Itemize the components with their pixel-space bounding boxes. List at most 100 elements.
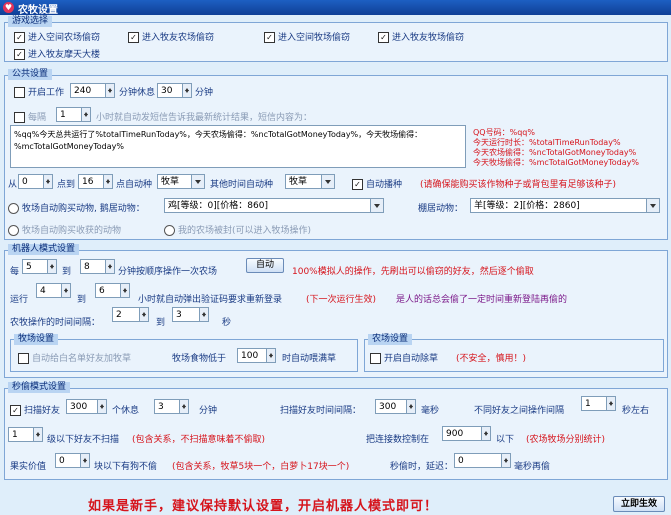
verify-label: 小时就自动弹出验证码要求重新登录 — [138, 295, 283, 305]
minute-unit: 分钟 — [195, 88, 214, 98]
from-hour-input[interactable]: 0 — [18, 174, 44, 189]
auto-weed-label: 开启自动除草 — [384, 354, 439, 364]
buy-animal-toggle[interactable]: 牧场自动购买动物, 鹅居动物： — [8, 201, 145, 214]
level-input[interactable]: 1 — [8, 427, 34, 442]
robot-max-spinner[interactable] — [106, 259, 115, 274]
sms-hours-spinner[interactable] — [82, 107, 91, 122]
to-hour-spinner[interactable] — [104, 174, 113, 189]
work-minutes-input[interactable]: 240 — [70, 83, 106, 98]
checkbox-checked-icon[interactable]: ✓ — [352, 179, 363, 190]
sms-hours-input[interactable]: 1 — [56, 107, 82, 122]
work-toggle[interactable]: 开启工作 — [14, 85, 64, 98]
work-minutes-spinner[interactable] — [106, 83, 115, 98]
op-interval-spinner[interactable] — [607, 396, 616, 411]
option-space-pasture[interactable]: ✓ 进入空间牧场偷窃 — [264, 30, 350, 43]
from-hour-spinner[interactable] — [44, 174, 53, 189]
interval-min-input[interactable]: 2 — [112, 307, 140, 322]
scan-friends-toggle[interactable]: ✓ 扫描好友 — [10, 403, 60, 416]
checkbox-checked-icon[interactable]: ✓ — [10, 405, 21, 416]
flash-steal-legend: 秒偷模式设置 — [8, 382, 71, 393]
run-max-input[interactable]: 6 — [95, 283, 121, 298]
radio-icon[interactable] — [8, 225, 19, 236]
ms-unit: 毫秒 — [421, 406, 440, 416]
checkbox-checked-icon[interactable]: ✓ — [14, 49, 25, 60]
auto-button[interactable]: 自动 — [246, 258, 284, 273]
to-label: 到 — [62, 267, 72, 277]
fruit-value-spinner[interactable] — [81, 453, 90, 468]
rest-value-spinner[interactable] — [180, 399, 189, 414]
sms-content-textarea[interactable]: %qq%今天总共运行了%totalTimeRunToday%，今天农场偷得：%n… — [10, 125, 466, 168]
robot-mode-legend: 机器人模式设置 — [8, 244, 80, 255]
radio-icon[interactable] — [164, 225, 175, 236]
delay-spinner[interactable] — [502, 453, 511, 468]
option-friend-tower[interactable]: ✓ 进入牧友摩天大楼 — [14, 47, 100, 60]
food-threshold-input[interactable]: 100 — [237, 348, 267, 363]
public-settings-legend: 公共设置 — [8, 69, 53, 80]
checkbox-checked-icon[interactable]: ✓ — [264, 32, 275, 43]
fruit-label: 果实价值 — [10, 462, 47, 472]
game-select-legend: 游戏选择 — [8, 16, 53, 27]
level-spinner[interactable] — [34, 427, 43, 442]
op-interval-label: 不同好友之间操作间隔 — [474, 406, 565, 416]
rest-value-input[interactable]: 3 — [154, 399, 180, 414]
checkbox-icon[interactable] — [14, 112, 25, 123]
scan-count-spinner[interactable] — [98, 399, 107, 414]
scan-interval-spinner[interactable] — [407, 399, 416, 414]
checkbox-icon[interactable] — [18, 353, 29, 364]
rest-minutes-spinner[interactable] — [183, 83, 192, 98]
checkbox-checked-icon[interactable]: ✓ — [14, 32, 25, 43]
checkbox-icon[interactable] — [370, 353, 381, 364]
interval-min-spinner[interactable] — [140, 307, 149, 322]
food-threshold-spinner[interactable] — [267, 348, 276, 363]
seed-select-other[interactable]: 牧草 — [285, 174, 335, 189]
to-label-3: 到 — [156, 318, 166, 328]
feed-label: 时自动喂满草 — [282, 354, 337, 364]
fruit-value-input[interactable]: 0 — [55, 453, 81, 468]
to-hour-input[interactable]: 16 — [78, 174, 104, 189]
fruit-note: (包含关系，牧草5块一个，白萝卜17块一个) — [172, 462, 350, 472]
shed-animal-select[interactable]: 羊[等级：2][价格：2860] — [470, 198, 660, 213]
buy-harvest-toggle[interactable]: 牧场自动购买收获的动物 — [8, 223, 121, 236]
chevron-down-icon — [191, 175, 204, 188]
checkbox-checked-icon[interactable]: ✓ — [378, 32, 389, 43]
sms-var-pasture: 今天牧场偷得：%mcTotalGotMoneyToday% — [473, 158, 639, 167]
checkbox-icon[interactable] — [14, 87, 25, 98]
option-label: 进入空间农场偷窃 — [28, 33, 101, 43]
next-run-note: (下一次运行生效) — [306, 295, 377, 305]
op-interval-input[interactable]: 1 — [581, 396, 607, 411]
option-label: 进入空间牧场偷窃 — [278, 33, 351, 43]
radio-icon[interactable] — [8, 203, 19, 214]
scan-interval-input[interactable]: 300 — [375, 399, 407, 414]
auto-weed-toggle[interactable]: 开启自动除草 — [370, 351, 438, 364]
scan-count-input[interactable]: 300 — [66, 399, 98, 414]
goose-animal-select[interactable]: 鸡[等级：0][价格：860] — [164, 198, 384, 213]
to-label-2: 到 — [77, 295, 87, 305]
option-friend-farm[interactable]: ✓ 进入牧友农场偷窃 — [128, 30, 214, 43]
apply-button[interactable]: 立即生效 — [613, 496, 665, 512]
level-note: (包含关系，不扫描意味着不偷取) — [132, 435, 266, 445]
interval-max-spinner[interactable] — [200, 307, 209, 322]
farm-stolen-toggle[interactable]: 我的农场被封(可以进入牧场操作) — [164, 223, 311, 236]
connect-spinner[interactable] — [482, 426, 491, 441]
seed-select-primary[interactable]: 牧草 — [157, 174, 205, 189]
connect-input[interactable]: 900 — [442, 426, 482, 441]
robot-min-input[interactable]: 5 — [22, 259, 48, 274]
delay-input[interactable]: 0 — [454, 453, 502, 468]
auto-sow-toggle[interactable]: ✓ 自动播种 — [352, 177, 402, 190]
option-friend-pasture[interactable]: ✓ 进入牧友牧场偷窃 — [378, 30, 464, 43]
sms-every-toggle[interactable]: 每隔 — [14, 110, 46, 123]
run-max-spinner[interactable] — [121, 283, 130, 298]
run-min-input[interactable]: 4 — [36, 283, 62, 298]
option-space-farm[interactable]: ✓ 进入空间农场偷窃 — [14, 30, 100, 43]
whitelist-toggle[interactable]: 自动给白名单好友加牧草 — [18, 351, 131, 364]
robot-max-input[interactable]: 8 — [80, 259, 106, 274]
robot-min-spinner[interactable] — [48, 259, 57, 274]
run-min-spinner[interactable] — [62, 283, 71, 298]
checkbox-checked-icon[interactable]: ✓ — [128, 32, 139, 43]
human-note: 是人的话总会偷了一定时间重新登陆再偷的 — [396, 295, 568, 305]
chevron-down-icon — [370, 199, 383, 212]
interval-max-input[interactable]: 3 — [172, 307, 200, 322]
title-bar: ♥ 农牧设置 — [0, 0, 671, 16]
from-label: 从 — [8, 180, 18, 190]
rest-minutes-input[interactable]: 30 — [157, 83, 183, 98]
